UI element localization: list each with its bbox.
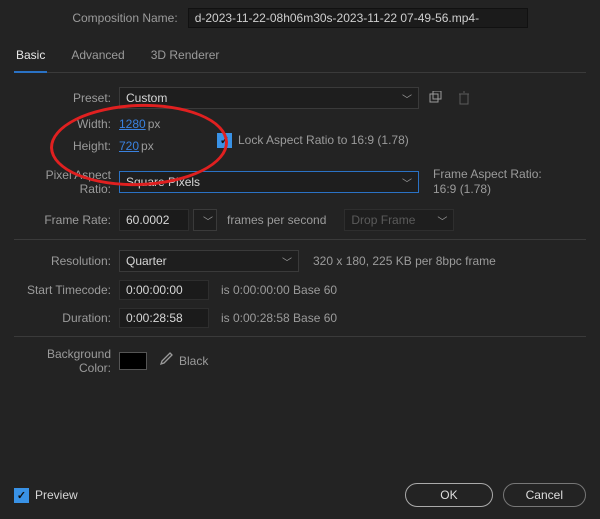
preview-checkbox[interactable]: ✓ xyxy=(14,488,29,503)
separator xyxy=(14,336,586,337)
pixel-aspect-label: Pixel Aspect Ratio: xyxy=(14,168,119,196)
basic-tab-content: Preset: Custom ﹀ Width: 1280 px Height: … xyxy=(14,73,586,375)
tabs: Basic Advanced 3D Renderer xyxy=(14,42,586,73)
tab-3d-renderer[interactable]: 3D Renderer xyxy=(149,42,222,72)
chevron-down-icon: ﹀ xyxy=(402,91,412,106)
frame-aspect-ratio-label: Frame Aspect Ratio: xyxy=(433,167,542,182)
preset-value: Custom xyxy=(126,91,167,105)
drop-frame-dropdown: Drop Frame ﹀ xyxy=(344,209,454,231)
bg-color-name: Black xyxy=(179,354,208,368)
duration-info: is 0:00:28:58 Base 60 xyxy=(221,311,337,325)
chevron-down-icon: ﹀ xyxy=(282,254,292,269)
resolution-label: Resolution: xyxy=(14,254,119,268)
chevron-down-icon: ﹀ xyxy=(437,213,447,228)
separator xyxy=(14,239,586,240)
start-timecode-info: is 0:00:00:00 Base 60 xyxy=(221,283,337,297)
start-timecode-label: Start Timecode: xyxy=(14,283,119,297)
tab-advanced[interactable]: Advanced xyxy=(69,42,126,72)
save-preset-button[interactable] xyxy=(425,87,447,109)
chevron-down-icon: ﹀ xyxy=(402,175,412,190)
bg-color-swatch[interactable] xyxy=(119,352,147,370)
framerate-input[interactable]: 60.0002 xyxy=(119,209,189,231)
drop-frame-value: Drop Frame xyxy=(351,213,415,227)
preset-label: Preset: xyxy=(14,91,119,105)
comp-name-input[interactable] xyxy=(188,8,528,28)
tab-basic[interactable]: Basic xyxy=(14,42,47,72)
resolution-value: Quarter xyxy=(126,254,167,268)
frame-aspect-ratio-value: 16:9 (1.78) xyxy=(433,182,542,197)
delete-preset-button xyxy=(453,87,475,109)
resolution-dropdown[interactable]: Quarter ﹀ xyxy=(119,250,299,272)
preview-label: Preview xyxy=(35,488,78,502)
fps-label: frames per second xyxy=(227,213,326,227)
width-label: Width: xyxy=(14,117,119,131)
lock-aspect-label: Lock Aspect Ratio to 16:9 (1.78) xyxy=(238,133,409,147)
duration-label: Duration: xyxy=(14,311,119,325)
framerate-label: Frame Rate: xyxy=(14,213,119,227)
pixel-aspect-dropdown[interactable]: Square Pixels ﹀ xyxy=(119,171,419,193)
start-timecode-input[interactable] xyxy=(119,280,209,300)
height-unit: px xyxy=(141,139,154,153)
lock-aspect-checkbox[interactable]: ✓ xyxy=(217,133,232,148)
ok-button[interactable]: OK xyxy=(405,483,492,507)
duration-input[interactable] xyxy=(119,308,209,328)
comp-name-label: Composition Name: xyxy=(72,11,187,25)
pixel-aspect-value: Square Pixels xyxy=(126,175,200,189)
framerate-dropdown-toggle[interactable]: ﹀ xyxy=(193,209,217,231)
dialog-footer: ✓ Preview OK Cancel xyxy=(0,473,600,519)
width-value[interactable]: 1280 xyxy=(119,117,146,131)
cancel-button[interactable]: Cancel xyxy=(503,483,586,507)
chevron-down-icon: ﹀ xyxy=(203,213,213,228)
height-value[interactable]: 720 xyxy=(119,139,139,153)
composition-settings-dialog: Composition Name: Basic Advanced 3D Rend… xyxy=(0,0,600,519)
resolution-info: 320 x 180, 225 KB per 8bpc frame xyxy=(313,254,496,268)
preset-dropdown[interactable]: Custom ﹀ xyxy=(119,87,419,109)
height-label: Height: xyxy=(14,139,119,153)
framerate-value: 60.0002 xyxy=(126,213,169,227)
width-unit: px xyxy=(148,117,161,131)
eyedropper-icon[interactable] xyxy=(157,352,173,371)
bg-color-label: Background Color: xyxy=(14,347,119,375)
